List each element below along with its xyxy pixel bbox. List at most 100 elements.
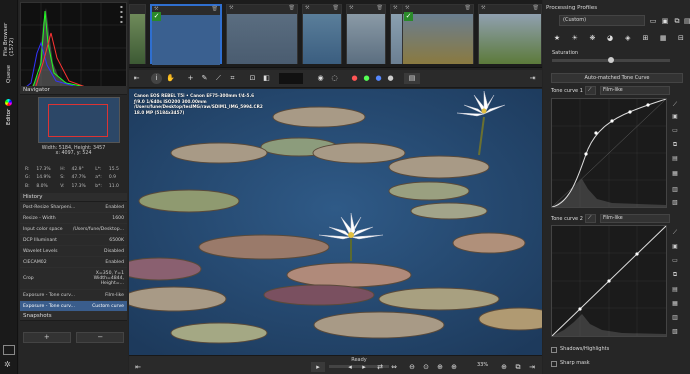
curve-type-selector-2[interactable]: ⟋ [585, 214, 596, 223]
load-curve-icon[interactable]: ▭ [670, 257, 680, 266]
prev-image-icon[interactable]: ◂ [345, 362, 355, 372]
saturation-slider-handle[interactable] [608, 57, 614, 63]
lock-icon[interactable]: ⊡ [247, 73, 258, 84]
main-image-preview[interactable] [129, 89, 542, 355]
zoom-100-icon[interactable]: ⊙ [421, 362, 431, 372]
collapse-right-icon[interactable]: ⇥ [527, 73, 538, 84]
blue-channel-icon[interactable]: ● [373, 73, 384, 84]
history-item[interactable]: Crop X=350, Y=1 Width=4844, Height=... [20, 268, 127, 290]
history-item-selected[interactable]: Exposure - Tone curv... Custom curve [20, 301, 127, 312]
filmstrip-thumb[interactable]: ⚒🗑 [478, 4, 542, 64]
shadows-highlights-checkbox[interactable] [551, 347, 557, 353]
zoom-out-icon[interactable]: ⊖ [407, 362, 417, 372]
history-item[interactable]: DCP Illuminant 6500K [20, 235, 127, 246]
filmstrip-thumb[interactable] [129, 4, 146, 64]
send-to-queue-button[interactable]: ▸ [311, 362, 325, 372]
zoom-fit-icon[interactable]: ⊕ [435, 362, 445, 372]
color-icon[interactable]: ◕ [605, 33, 615, 43]
curve-reset-icon[interactable]: ▥ [670, 314, 680, 323]
history-item[interactable]: Wavelet Levels Disabled [20, 246, 127, 257]
favorites-icon[interactable]: ★ [552, 33, 562, 43]
hand-icon[interactable]: ✋ [165, 73, 176, 84]
preview-mode-icon[interactable]: ◧ [261, 73, 272, 84]
luminance-channel-icon[interactable]: ● [385, 73, 396, 84]
color-picker-icon[interactable]: ✎ [199, 73, 210, 84]
load-curve-icon[interactable]: ▭ [670, 127, 680, 136]
collapse-left-icon[interactable]: ⇤ [133, 362, 143, 372]
history-item[interactable]: CIECAM02 Enabled [20, 257, 127, 268]
crop-icon[interactable]: ⌗ [227, 73, 238, 84]
transform-icon[interactable]: ⊞ [641, 33, 651, 43]
filmstrip-thumb[interactable]: ⚒🗑 [346, 4, 386, 64]
exposure-icon[interactable]: ☀ [570, 33, 580, 43]
green-channel-icon[interactable]: ● [361, 73, 372, 84]
panel-toggle-icon[interactable] [3, 345, 15, 355]
new-window-icon[interactable]: ⧉ [513, 362, 523, 372]
remove-snapshot-button[interactable]: − [76, 331, 125, 343]
navigator-viewport-box[interactable] [48, 104, 108, 137]
background-color-selector[interactable] [279, 73, 303, 84]
straighten-icon[interactable]: ⟋ [213, 73, 224, 84]
auto-matched-tone-curve-button[interactable]: Auto-matched Tone Curve [551, 73, 683, 83]
zoom-in-icon[interactable]: ⊕ [499, 362, 509, 372]
copy-icon[interactable]: ⧉ [672, 16, 682, 26]
curve-picker-icon[interactable]: ▧ [670, 199, 680, 208]
curve-reset-icon[interactable]: ▥ [670, 186, 680, 195]
raw-icon[interactable]: ▦ [658, 33, 668, 43]
copy-curve-icon[interactable]: ⧉ [670, 271, 680, 280]
tab-queue[interactable]: Queue [1, 60, 17, 88]
history-item[interactable]: Exposure - Tone curv... Film-like [20, 290, 127, 301]
history-item[interactable]: Resize - Width 1600 [20, 213, 127, 224]
linear-curve-icon[interactable]: ⟋ [670, 101, 680, 110]
collapse-left-icon[interactable]: ⇤ [131, 73, 142, 84]
filmstrip-thumb[interactable]: ⚒🗑 [302, 4, 342, 64]
fit-width-icon[interactable]: ⇔ [389, 362, 399, 372]
curve-type-selector-1[interactable]: ⟋ [585, 86, 596, 95]
collapse-right-icon[interactable]: ⇥ [527, 362, 537, 372]
sync-icon[interactable]: ⇄ [375, 362, 385, 372]
save-curve-icon[interactable]: ▣ [670, 113, 680, 122]
history-list: Post-Resize Sharpeni... Enabled Resize - … [20, 202, 127, 312]
focus-mask-icon[interactable]: ◉ [315, 73, 326, 84]
histogram [20, 2, 127, 94]
tab-file-browser[interactable]: File Browser (1572) [1, 4, 17, 56]
zoom-in-icon[interactable]: ⊕ [449, 362, 459, 372]
paste-curve-icon[interactable]: ▤ [670, 155, 680, 164]
exif-size: 18.0 MP (5184x3457) [134, 109, 185, 115]
paste-icon[interactable]: ▤ [684, 16, 690, 26]
copy-curve-icon[interactable]: ⧉ [670, 141, 680, 150]
linear-curve-icon[interactable]: ⟋ [670, 229, 680, 238]
next-image-icon[interactable]: ▸ [359, 362, 369, 372]
history-item[interactable]: Input color space/Users/fune/Desktop... [20, 224, 127, 235]
history-item[interactable]: Post-Resize Sharpeni... Enabled [20, 202, 127, 213]
folder-icon[interactable]: ▭ [648, 16, 658, 26]
edit-node-icon[interactable]: ▦ [670, 300, 680, 309]
tone-curve-2-editor[interactable] [551, 225, 667, 337]
crosshair-icon[interactable]: + [185, 73, 196, 84]
settings-icon[interactable]: ✲ [4, 360, 11, 369]
curve-picker-icon[interactable]: ▧ [670, 328, 680, 337]
profile-dropdown[interactable]: (Custom) [559, 15, 645, 26]
tone-curve-1-mode[interactable]: Film-like [600, 86, 670, 95]
add-snapshot-button[interactable]: + [22, 331, 71, 343]
compare-button[interactable]: ▤ [404, 73, 420, 84]
warning-icon[interactable]: ◌ [329, 73, 340, 84]
histogram-toggles[interactable]: ▪ ▪ ▪ ▪ [120, 4, 123, 24]
tone-curve-1-editor[interactable] [551, 98, 667, 208]
tab-editor[interactable]: Editor [1, 94, 17, 130]
save-curve-icon[interactable]: ▣ [670, 243, 680, 252]
tone-curve-2-mode[interactable]: Film-like [600, 214, 670, 223]
filmstrip: ⚒🗑 ✓ ⚒🗑 ⚒🗑 ⚒🗑 ⚒🗑 ⚒🗑 ✓ ⚒🗑 [129, 0, 542, 68]
advanced-icon[interactable]: ◈ [623, 33, 633, 43]
edit-node-icon[interactable]: ▦ [670, 170, 680, 179]
paste-curve-icon[interactable]: ▤ [670, 286, 680, 295]
snapshot-buttons: + − [20, 330, 127, 344]
save-icon[interactable]: ▣ [660, 16, 670, 26]
info-icon[interactable]: i [151, 73, 162, 84]
detail-icon[interactable]: ❋ [587, 33, 597, 43]
red-channel-icon[interactable]: ● [349, 73, 360, 84]
exif-camera: Canon EOS REBEL T5i • Canon EF75-300mm f… [134, 93, 254, 98]
metadata-icon[interactable]: ⊟ [676, 33, 686, 43]
filmstrip-thumb[interactable]: ⚒🗑 [226, 4, 298, 64]
sharp-mask-checkbox[interactable] [551, 361, 557, 367]
